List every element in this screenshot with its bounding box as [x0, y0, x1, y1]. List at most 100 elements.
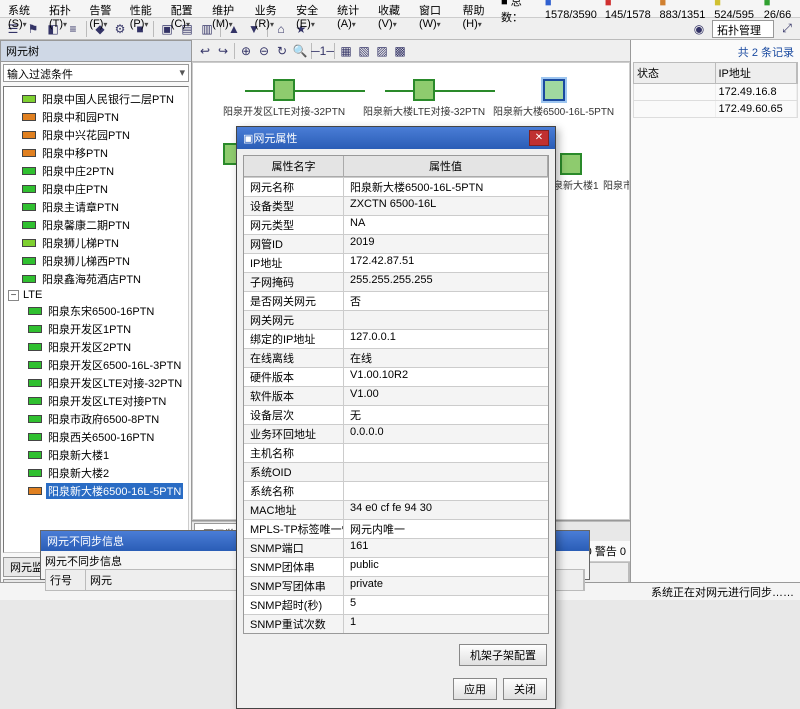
tree-item[interactable]: 阳泉开发区2PTN — [8, 338, 188, 356]
tree-item[interactable]: 阳泉新大楼2 — [8, 464, 188, 482]
property-row[interactable]: 系统OID — [244, 462, 548, 481]
tree-item[interactable]: 阳泉中和园PTN — [8, 108, 188, 126]
property-row[interactable]: SNMP超时(秒)5 — [244, 595, 548, 614]
grid-icon[interactable]: ▧ — [355, 42, 373, 60]
tree-item[interactable]: 阳泉东宋6500-16PTN — [8, 302, 188, 320]
status-icon — [22, 95, 36, 103]
status-counters: 总数： 1578/3590 145/1578 883/1351 524/595 … — [501, 2, 795, 15]
dialog-titlebar[interactable]: ▣ 网元属性 ✕ — [237, 127, 555, 149]
status-icon — [28, 487, 42, 495]
tree-item[interactable]: 阳泉市政府6500-8PTN — [8, 410, 188, 428]
status-icon — [28, 469, 42, 477]
zoom-in-icon[interactable]: ⊕ — [237, 42, 255, 60]
property-row[interactable]: SNMP重试次数1 — [244, 614, 548, 633]
property-row[interactable]: 系统名称 — [244, 481, 548, 500]
property-row[interactable]: 绑定的IP地址127.0.0.1 — [244, 329, 548, 348]
tree-item[interactable]: 阳泉主请章PTN — [8, 198, 188, 216]
grid-icon[interactable]: ▦ — [337, 42, 355, 60]
property-row[interactable]: 硬件版本V1.00.10R2 — [244, 367, 548, 386]
property-row[interactable]: SNMP端口161 — [244, 538, 548, 557]
property-row[interactable]: 网关网元 — [244, 310, 548, 329]
status-icon — [28, 433, 42, 441]
topology-node[interactable]: 阳泉开发区LTE对接-32PTN — [223, 79, 345, 118]
ruler-icon[interactable]: ─1─ — [314, 42, 332, 60]
property-row[interactable]: 网元名称阳泉新大楼6500-16L-5PTN — [244, 177, 548, 196]
menu-item[interactable]: 统计(A)▾ — [334, 2, 375, 15]
topology-node[interactable]: 阳泉市政府6500-8PTN — [603, 153, 630, 192]
count-critical: 145/1578 — [605, 0, 652, 21]
tree-item[interactable]: 阳泉鑫海苑酒店PTN — [8, 270, 188, 288]
menu-item[interactable]: 窗口(W)▾ — [416, 2, 460, 15]
menu-item[interactable]: 帮助(H)▾ — [460, 2, 501, 15]
tree-item[interactable]: 阳泉中庄2PTN — [8, 162, 188, 180]
tree-item[interactable]: 阳泉开发区6500-16L-3PTN — [8, 356, 188, 374]
tree-item[interactable]: 阳泉中国人民银行二层PTN — [8, 90, 188, 108]
menu-item[interactable]: 配置(C)▾ — [168, 2, 209, 15]
tree-item[interactable]: 阳泉馨康二期PTN — [8, 216, 188, 234]
menu-item[interactable]: 系统(S)▾ — [5, 2, 46, 15]
right-record-count: 共 2 条记录 — [637, 44, 794, 60]
status-icon — [22, 131, 36, 139]
property-row[interactable]: 网管ID2019 — [244, 234, 548, 253]
refresh-icon[interactable]: ↻ — [273, 42, 291, 60]
property-row[interactable]: SNMP写团体串private — [244, 576, 548, 595]
menu-item[interactable]: 维护(M)▾ — [209, 2, 252, 15]
property-row[interactable]: 子网掩码255.255.255.255 — [244, 272, 548, 291]
tree-item[interactable]: 阳泉新大楼1 — [8, 446, 188, 464]
tree-filter-input[interactable]: 输入过滤条件 — [3, 64, 189, 82]
view-icon[interactable]: ◉ — [690, 20, 708, 38]
tree-item[interactable]: 阳泉狮儿梯PTN — [8, 234, 188, 252]
menu-item[interactable]: 业务(R)▾ — [252, 2, 293, 15]
sync-note: 系统正在对网元进行同步…… — [651, 584, 794, 600]
back-icon[interactable]: ↩ — [196, 42, 214, 60]
find-icon[interactable]: 🔍 — [291, 42, 309, 60]
grid-icon[interactable]: ▩ — [391, 42, 409, 60]
property-row[interactable]: 在线离线在线 — [244, 348, 548, 367]
right-panel: 共 2 条记录 状态 IP地址 172.49.16.8 172.49.60.65 — [630, 40, 800, 600]
property-row[interactable]: MPLS-TP标签唯一性网元内唯一 — [244, 519, 548, 538]
tree-group[interactable]: −LTE — [8, 288, 188, 302]
tree-item[interactable]: 阳泉西关6500-16PTN — [8, 428, 188, 446]
topology-manage-combo[interactable]: 拓扑管理 — [712, 20, 774, 38]
close-icon[interactable]: ✕ — [529, 130, 549, 146]
tree-item[interactable]: 阳泉开发区LTE对接PTN — [8, 392, 188, 410]
right-row[interactable]: 172.49.60.65 — [633, 101, 798, 118]
grid-icon[interactable]: ▨ — [373, 42, 391, 60]
menu-item[interactable]: 安全(E)▾ — [293, 2, 334, 15]
menu-item[interactable]: 拓扑(T)▾ — [46, 2, 86, 15]
expand-icon[interactable]: ⤢ — [778, 20, 796, 38]
tool-icon[interactable]: ⌂ — [272, 20, 290, 38]
rack-config-button[interactable]: 机架子架配置 — [459, 644, 547, 666]
ne-tree[interactable]: 阳泉中国人民银行二层PTN阳泉中和园PTN阳泉中兴花园PTN阳泉中移PTN阳泉中… — [3, 86, 189, 553]
topology-node[interactable]: 阳泉新大楼LTE对接-32PTN — [363, 79, 485, 118]
property-row[interactable]: MAC地址34 e0 cf fe 94 30 — [244, 500, 548, 519]
tree-item[interactable]: 阳泉新大楼6500-16L-5PTN — [8, 482, 188, 500]
zoom-out-icon[interactable]: ⊖ — [255, 42, 273, 60]
property-row[interactable]: 业务环回地址0.0.0.0 — [244, 424, 548, 443]
tool-icon[interactable]: ⚙ — [111, 20, 129, 38]
property-row[interactable]: 是否网关网元否 — [244, 291, 548, 310]
tree-item[interactable]: 阳泉中移PTN — [8, 144, 188, 162]
property-row[interactable]: 设备层次无 — [244, 405, 548, 424]
topology-node[interactable]: 阳泉新大楼6500-16L-5PTN — [493, 79, 614, 118]
tree-item[interactable]: 阳泉狮儿梯西PTN — [8, 252, 188, 270]
tree-item[interactable]: 阳泉开发区1PTN — [8, 320, 188, 338]
apply-button[interactable]: 应用 — [453, 678, 497, 700]
forward-icon[interactable]: ↪ — [214, 42, 232, 60]
menu-item[interactable]: 收藏(V)▾ — [375, 2, 416, 15]
tree-item[interactable]: 阳泉开发区LTE对接-32PTN — [8, 374, 188, 392]
property-row[interactable]: 软件版本V1.00 — [244, 386, 548, 405]
property-row[interactable]: SNMP团体串public — [244, 557, 548, 576]
right-row[interactable]: 172.49.16.8 — [633, 84, 798, 101]
status-icon — [28, 379, 42, 387]
property-row[interactable]: 主机名称 — [244, 443, 548, 462]
tree-item[interactable]: 阳泉中兴花园PTN — [8, 126, 188, 144]
close-button[interactable]: 关闭 — [503, 678, 547, 700]
property-row[interactable]: 设备类型ZXCTN 6500-16L — [244, 196, 548, 215]
menu-item[interactable]: 告警(F)▾ — [86, 2, 126, 15]
tree-item[interactable]: 阳泉中庄PTN — [8, 180, 188, 198]
property-row[interactable]: IP地址172.42.87.51 — [244, 253, 548, 272]
tool-icon[interactable]: ⚑ — [24, 20, 42, 38]
menu-item[interactable]: 性能(P)▾ — [127, 2, 168, 15]
property-row[interactable]: 网元类型NA — [244, 215, 548, 234]
